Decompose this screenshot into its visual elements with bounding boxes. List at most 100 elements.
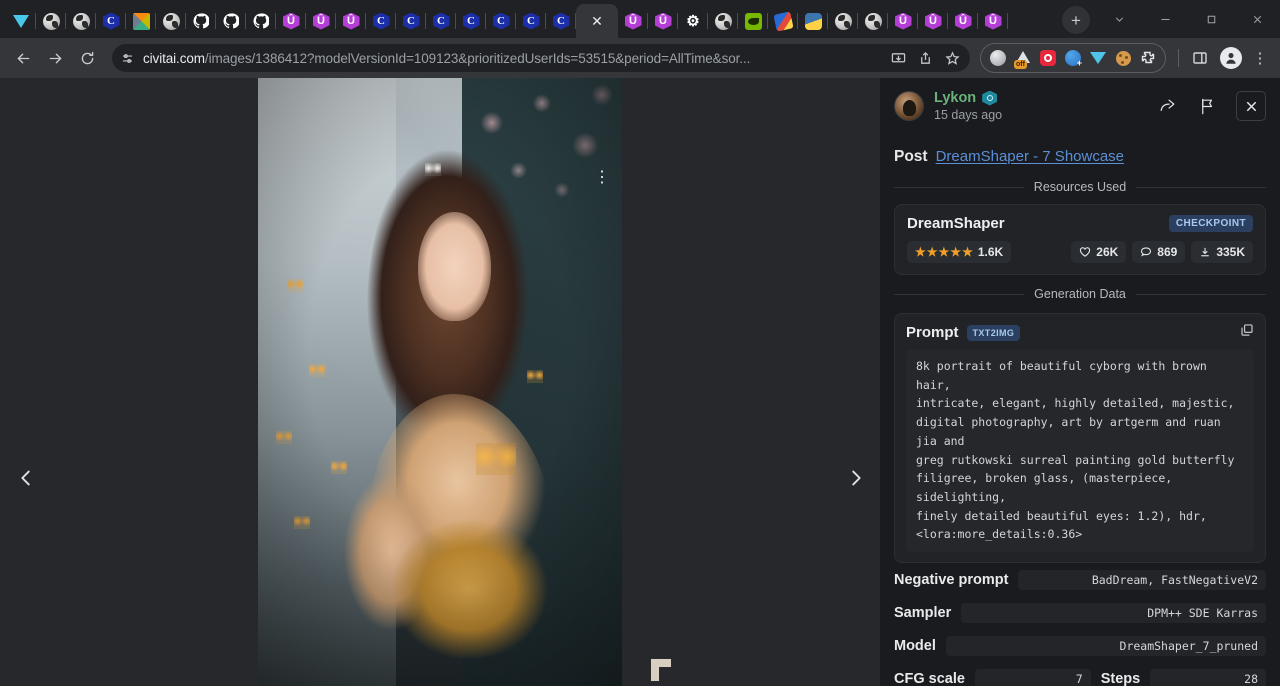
prompt-card: Prompt TXT2IMG 8k portrait of beautiful … — [894, 313, 1266, 563]
window-controls — [1096, 0, 1280, 38]
tab-13[interactable]: C — [396, 4, 426, 38]
prompt-text[interactable]: 8k portrait of beautiful cyborg with bro… — [906, 349, 1254, 552]
tab-24[interactable] — [738, 4, 768, 38]
site-settings-icon[interactable] — [118, 49, 136, 67]
globe-ext-icon[interactable] — [986, 46, 1010, 70]
tab-29[interactable]: Û — [888, 4, 918, 38]
tab-10[interactable]: Û — [306, 4, 336, 38]
puzzle-piece-icon[interactable] — [1136, 46, 1160, 70]
address-bar[interactable]: civitai.com/images/1386412?modelVersionI… — [112, 44, 970, 72]
tab-25[interactable] — [768, 4, 798, 38]
active-tab[interactable]: ✕ — [576, 4, 618, 38]
bookmark-star-icon[interactable] — [942, 48, 962, 68]
window-close-icon[interactable] — [1234, 2, 1280, 36]
unstable-diffusion-icon: Û — [895, 13, 912, 30]
tab-20[interactable]: Û — [618, 4, 648, 38]
tab-14[interactable]: C — [426, 4, 456, 38]
maximize-icon[interactable] — [1188, 2, 1234, 36]
forward-button[interactable] — [40, 43, 70, 73]
comments-chip[interactable]: 869 — [1132, 241, 1185, 263]
param-row-model: Model DreamShaper_7_pruned — [880, 629, 1280, 662]
cookie-icon[interactable] — [1111, 46, 1135, 70]
tab-4[interactable] — [126, 4, 156, 38]
share-icon[interactable] — [1152, 91, 1182, 121]
downloads-chip[interactable]: 335K — [1191, 241, 1253, 263]
tab-30[interactable]: Û — [918, 4, 948, 38]
likes-chip[interactable]: 26K — [1071, 241, 1126, 263]
tab-23[interactable] — [708, 4, 738, 38]
param-label: Steps — [1101, 671, 1141, 686]
share-icon[interactable] — [915, 48, 935, 68]
reload-button[interactable] — [72, 43, 102, 73]
record-icon[interactable] — [1036, 46, 1060, 70]
tab-26[interactable] — [798, 4, 828, 38]
tab-11[interactable]: Û — [336, 4, 366, 38]
resource-name[interactable]: DreamShaper — [907, 215, 1005, 232]
copy-prompt-icon[interactable] — [1240, 323, 1254, 342]
avatar[interactable] — [894, 91, 924, 121]
unstable-diffusion-icon: Û — [985, 13, 1002, 30]
minimize-icon[interactable] — [1142, 2, 1188, 36]
post-link[interactable]: DreamShaper - 7 Showcase — [936, 148, 1124, 165]
tab-8[interactable] — [246, 4, 276, 38]
post-label: Post — [894, 148, 928, 166]
tab-1[interactable] — [36, 4, 66, 38]
github-icon — [223, 13, 240, 30]
toolbar-divider — [1178, 49, 1179, 67]
flag-icon[interactable] — [1192, 91, 1222, 121]
tab-18[interactable]: C — [546, 4, 576, 38]
next-image-button[interactable] — [834, 456, 878, 500]
nvidia-icon — [745, 13, 762, 30]
resources-section-title: Resources Used — [1034, 180, 1126, 194]
tab-7[interactable] — [216, 4, 246, 38]
browser-menu-icon[interactable]: ⋮ — [1248, 44, 1272, 72]
back-button[interactable] — [8, 43, 38, 73]
username-row: Lykon — [934, 90, 1142, 106]
blue-globe-plus-icon[interactable] — [1061, 46, 1085, 70]
civitai-icon: C — [103, 13, 120, 30]
off-badge-icon[interactable]: off — [1011, 46, 1035, 70]
tab-search-icon[interactable] — [1096, 2, 1142, 36]
tab-21[interactable]: Û — [648, 4, 678, 38]
tab-32[interactable]: Û — [978, 4, 1008, 38]
close-sidebar-button[interactable] — [1236, 91, 1266, 121]
param-value[interactable]: DPM++ SDE Karras — [961, 603, 1266, 623]
tab-3[interactable]: C — [96, 4, 126, 38]
new-tab-button[interactable]: + — [1062, 6, 1090, 34]
image-viewer: ⋮ — [0, 78, 880, 686]
url-text[interactable]: civitai.com/images/1386412?modelVersionI… — [143, 51, 881, 66]
rating-chip[interactable]: ★ ★ ★ ★ ★ 1.6K — [907, 241, 1011, 263]
diamond-icon[interactable] — [1086, 46, 1110, 70]
tab-2[interactable] — [66, 4, 96, 38]
artwork-image[interactable] — [258, 78, 622, 686]
tab-22[interactable]: ⚙ — [678, 4, 708, 38]
param-value[interactable]: DreamShaper_7_pruned — [946, 636, 1266, 656]
divider-line — [894, 187, 1024, 188]
tab-28[interactable] — [858, 4, 888, 38]
tab-6[interactable] — [186, 4, 216, 38]
tab-15[interactable]: C — [456, 4, 486, 38]
profile-avatar[interactable] — [1220, 47, 1242, 69]
tab-27[interactable] — [828, 4, 858, 38]
param-value[interactable]: 7 — [975, 669, 1091, 686]
browser-toolbar: civitai.com/images/1386412?modelVersionI… — [0, 38, 1280, 78]
param-value[interactable]: 28 — [1150, 669, 1266, 686]
side-panel-icon[interactable] — [1186, 44, 1214, 72]
tab-12[interactable]: C — [366, 4, 396, 38]
tab-16[interactable]: C — [486, 4, 516, 38]
tab-17[interactable]: C — [516, 4, 546, 38]
username[interactable]: Lykon — [934, 90, 976, 106]
resource-metric-chips: 26K 869 335K — [1071, 241, 1253, 263]
tab-5[interactable] — [156, 4, 186, 38]
tab-0[interactable] — [6, 4, 36, 38]
previous-image-button[interactable] — [4, 456, 48, 500]
resource-card[interactable]: DreamShaper CHECKPOINT ★ ★ ★ ★ ★ — [894, 204, 1266, 275]
param-value[interactable]: BadDream, FastNegativeV2 — [1018, 570, 1266, 590]
tab-31[interactable]: Û — [948, 4, 978, 38]
tab-9[interactable]: Û — [276, 4, 306, 38]
install-app-icon[interactable] — [888, 48, 908, 68]
close-icon[interactable]: ✕ — [587, 11, 607, 31]
extensions-group: off — [980, 43, 1166, 73]
image-options-menu[interactable]: ⋮ — [592, 164, 612, 192]
github-icon — [193, 13, 210, 30]
